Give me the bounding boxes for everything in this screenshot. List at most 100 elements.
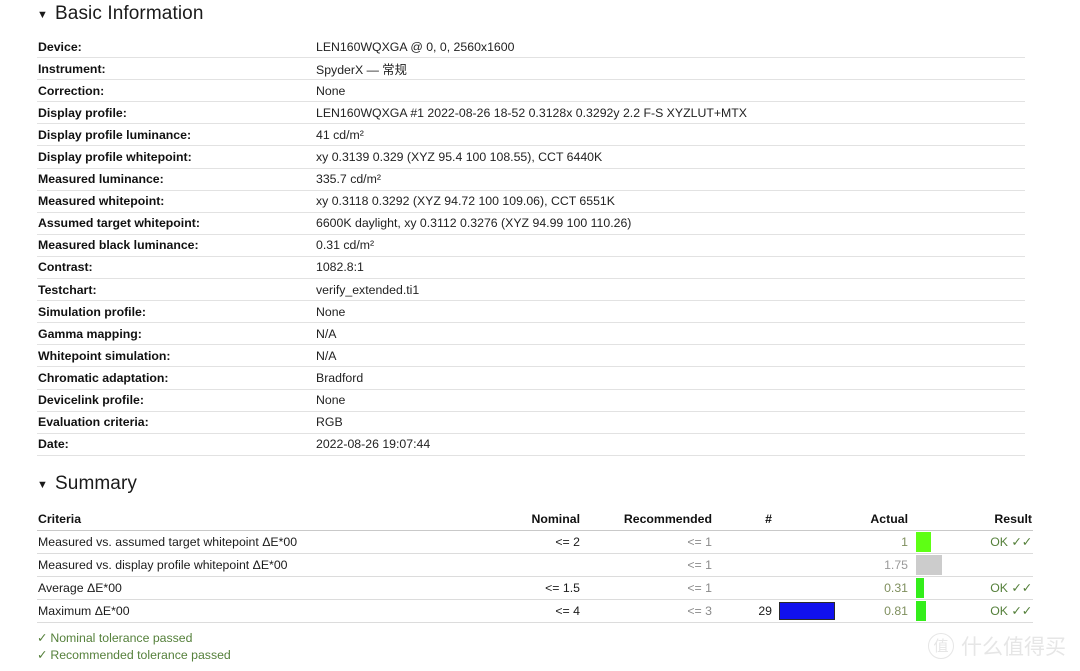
summary-color-patch [772,553,841,577]
bar-indicator-fill [916,578,924,598]
summary-color-patch [772,530,841,554]
summary-recommended: <= 1 [580,553,722,577]
info-row: Gamma mapping: N/A [37,322,1025,346]
info-row: Assumed target whitepoint: 6600K daylight… [37,212,1025,235]
column-header-actual: Actual [841,508,908,531]
info-row-value: N/A [313,344,1025,368]
color-patch-swatch [779,602,835,620]
summary-actual: 1 [841,530,908,554]
info-row-value: RGB [313,411,1025,434]
basic-information-title: Basic Information [55,3,204,24]
info-row-value: xy 0.3118 0.3292 (XYZ 94.72 100 109.06),… [313,190,1025,213]
summary-count [722,553,772,577]
summary-criteria: Average ΔE*00 [37,576,468,600]
info-row: Measured luminance: 335.7 cd/m² [37,168,1025,191]
info-row: Display profile luminance: 41 cd/m² [37,123,1025,147]
column-header-patch [772,508,841,531]
summary-result: OK ✓✓ [954,576,1033,600]
summary-recommended: <= 3 [580,599,722,623]
bar-indicator-fill [916,532,931,552]
summary-row: Measured vs. assumed target whitepoint Δ… [37,530,1033,554]
info-row-value: Bradford [313,366,1025,390]
summary-nominal: <= 2 [468,530,580,554]
basic-information-table: Device: LEN160WQXGA @ 0, 0, 2560x1600 Inst… [37,36,1025,456]
summary-nominal: <= 1.5 [468,576,580,600]
check-icon: ✓ [37,648,48,662]
info-row-label: Contrast: [37,256,313,280]
info-row: Simulation profile: None [37,300,1025,324]
info-row: Measured black luminance: 0.31 cd/m² [37,234,1025,257]
summary-title: Summary [55,473,137,494]
summary-actual: 1.75 [841,553,908,577]
info-row: Contrast: 1082.8:1 [37,256,1025,280]
info-row-value: 1082.8:1 [313,256,1025,280]
summary-criteria: Measured vs. assumed target whitepoint Δ… [37,530,468,554]
column-header-count: # [722,508,772,531]
summary-table: Criteria Nominal Recommended # Actual Re… [37,508,1033,623]
summary-count [722,576,772,600]
info-row-value: 0.31 cd/m² [313,234,1025,257]
legend-nominal-passed: ✓ Nominal tolerance passed [37,630,231,647]
info-row-value: N/A [313,322,1025,346]
summary-section-header[interactable]: ▼ Summary [37,473,137,495]
info-row-label: Display profile whitepoint: [37,145,313,169]
summary-recommended: <= 1 [580,576,722,600]
summary-criteria: Maximum ΔE*00 [37,599,468,623]
info-row: Instrument: SpyderX — 常规 [37,57,1025,81]
summary-bar-indicator [908,530,954,554]
info-row: Chromatic adaptation: Bradford [37,366,1025,390]
basic-information-section-header[interactable]: ▼ Basic Information [37,3,204,25]
info-row-label: Devicelink profile: [37,389,313,412]
info-row-label: Device: [37,36,313,59]
summary-count [722,530,772,554]
info-row-label: Measured black luminance: [37,234,313,257]
info-row-label: Chromatic adaptation: [37,366,313,390]
summary-result: OK ✓✓ [954,599,1033,623]
info-row: Display profile: LEN160WQXGA #1 2022-08-2… [37,101,1025,125]
info-row-value: 2022-08-26 19:07:44 [313,433,1025,456]
watermark-badge-icon: 值 [928,633,954,659]
legend-recommended-passed: ✓ Recommended tolerance passed [37,647,231,664]
info-row-label: Display profile luminance: [37,123,313,147]
info-row: Correction: None [37,79,1025,103]
summary-count: 29 [722,599,772,623]
info-row-label: Testchart: [37,278,313,302]
summary-row: Average ΔE*00 <= 1.5 <= 1 0.31 OK ✓✓ [37,576,1033,600]
bar-indicator-fill [916,555,942,575]
info-row-value: LEN160WQXGA @ 0, 0, 2560x1600 [313,36,1025,59]
info-row: Evaluation criteria: RGB [37,411,1025,434]
info-row-label: Simulation profile: [37,300,313,324]
summary-actual: 0.31 [841,576,908,600]
legend-recommended-passed-label: Recommended tolerance passed [50,648,231,662]
legend-nominal-passed-label: Nominal tolerance passed [50,631,193,645]
watermark-text: 什么值得买 [961,635,1066,659]
info-row-label: Display profile: [37,101,313,125]
info-row-label: Date: [37,433,313,456]
summary-nominal [468,553,580,577]
info-row: Device: LEN160WQXGA @ 0, 0, 2560x1600 [37,36,1025,59]
summary-bar-indicator [908,576,954,600]
report-page: ▼ Basic Information Device: LEN160WQXGA @… [0,0,1080,671]
info-row-value: None [313,300,1025,324]
info-row-label: Evaluation criteria: [37,411,313,434]
collapse-triangle-icon[interactable]: ▼ [37,9,48,21]
summary-table-header-row: Criteria Nominal Recommended # Actual Re… [37,508,1033,531]
info-row: Date: 2022-08-26 19:07:44 [37,433,1025,456]
summary-actual: 0.81 [841,599,908,623]
watermark: 值 什么值得买 [928,631,1066,661]
info-row-value: LEN160WQXGA #1 2022-08-26 18-52 0.3128x … [313,101,1025,125]
summary-recommended: <= 1 [580,530,722,554]
summary-row: Maximum ΔE*00 <= 4 <= 3 29 0.81 OK ✓✓ [37,599,1033,623]
summary-criteria: Measured vs. display profile whitepoint … [37,553,468,577]
summary-row: Measured vs. display profile whitepoint … [37,553,1033,577]
info-row-label: Assumed target whitepoint: [37,212,313,235]
info-row-label: Measured whitepoint: [37,190,313,213]
check-icon: ✓ [37,631,48,645]
info-row-value: xy 0.3139 0.329 (XYZ 95.4 100 108.55), C… [313,145,1025,169]
info-row-label: Measured luminance: [37,168,313,191]
info-row: Measured whitepoint: xy 0.3118 0.3292 (XY… [37,190,1025,213]
info-row-value: SpyderX — 常规 [313,57,1025,81]
summary-result [954,553,1033,577]
collapse-triangle-icon[interactable]: ▼ [37,479,48,491]
info-row-value: verify_extended.ti1 [313,278,1025,302]
